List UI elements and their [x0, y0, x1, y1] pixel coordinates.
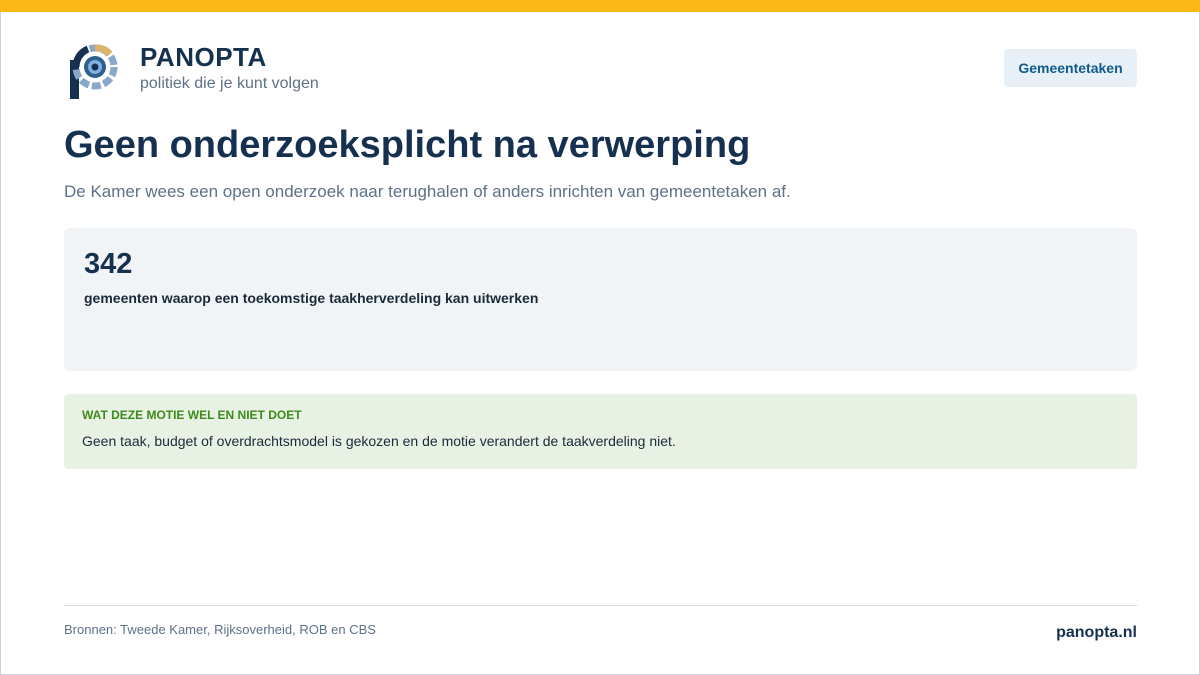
panopta-eye-logo-icon: [66, 40, 122, 100]
brand-tagline: politiek die je kunt volgen: [140, 75, 319, 92]
accent-top-bar: [0, 0, 1200, 12]
note-heading: WAT DEZE MOTIE WEL EN NIET DOET: [82, 408, 302, 422]
note-text: Geen taak, budget of overdrachtsmodel is…: [82, 433, 676, 449]
motion-note-card: WAT DEZE MOTIE WEL EN NIET DOET Geen taa…: [64, 394, 1137, 469]
topic-button[interactable]: Gemeentetaken: [1004, 49, 1137, 87]
stat-label: gemeenten waarop een toekomstige taakher…: [84, 290, 539, 306]
page-subtitle: De Kamer wees een open onderzoek naar te…: [64, 182, 791, 201]
site-link[interactable]: panopta.nl: [1056, 623, 1137, 643]
stat-card: 342 gemeenten waarop een toekomstige taa…: [64, 228, 1137, 371]
footer-divider: [64, 605, 1137, 606]
brand-name: PANOPTA: [140, 42, 267, 72]
page-title: Geen onderzoeksplicht na verwerping: [64, 124, 751, 166]
sources-text: Bronnen: Tweede Kamer, Rijksoverheid, RO…: [64, 622, 376, 637]
stat-value: 342: [84, 248, 133, 280]
